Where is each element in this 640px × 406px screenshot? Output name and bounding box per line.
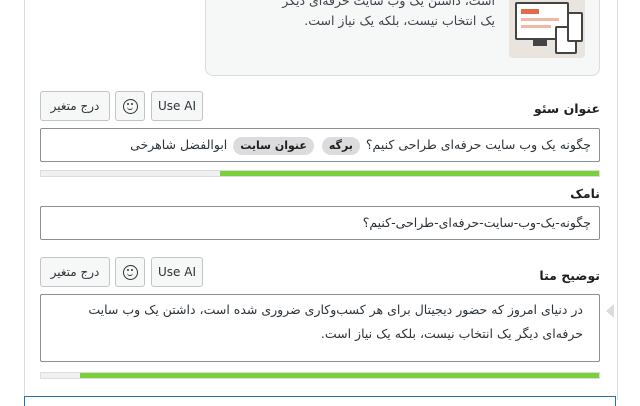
preview-text-line-1: است، داشتن یک وب سایت حرفه‌ای دیگر	[282, 0, 495, 8]
preview-thumbnail-image	[509, 0, 585, 58]
seo-title-length-progress	[40, 170, 600, 177]
preview-text-line-2: یک انتخاب نیست، بلکه یک نیاز است.	[304, 13, 495, 28]
meta-description-progress-fill	[80, 373, 599, 378]
meta-description-line-2: حرفه‌ای دیگر یک انتخاب نیست، بلکه یک نیا…	[320, 326, 583, 341]
emoji-button[interactable]	[115, 91, 145, 121]
collapse-arrow-icon	[606, 304, 614, 318]
meta-description-length-progress	[40, 372, 600, 379]
seo-title-label: عنوان سئو	[533, 101, 600, 116]
meta-description-label: توضیح متا	[539, 268, 600, 283]
next-section-box[interactable]	[24, 396, 616, 406]
slug-input[interactable]: چگونه-یک-وب-سایت-حرفه‌ای-طراحی-کنیم؟	[40, 206, 600, 240]
slug-label: نامک	[570, 186, 600, 201]
snippet-preview-card: است، داشتن یک وب سایت حرفه‌ای دیگر یک ان…	[205, 0, 600, 76]
use-ai-button-meta[interactable]: Use AI	[151, 257, 203, 287]
preview-description: است، داشتن یک وب سایت حرفه‌ای دیگر یک ان…	[225, 0, 495, 31]
meta-description-textarea[interactable]: در دنیای امروز که حضور دیجیتال برای هر ک…	[40, 294, 600, 362]
seo-title-progress-fill	[219, 171, 599, 176]
variable-pill-page[interactable]: برگه	[321, 136, 360, 155]
meta-description-line-1: در دنیای امروز که حضور دیجیتال برای هر ک…	[88, 302, 583, 317]
variable-pill-site-title[interactable]: عنوان سایت	[233, 136, 314, 155]
seo-title-text: چگونه یک وب سایت حرفه‌ای طراحی کنیم؟	[365, 137, 591, 152]
emoji-smile-icon	[122, 98, 138, 114]
emoji-button-meta[interactable]	[115, 257, 145, 287]
insert-variable-button-meta[interactable]: درج متغیر	[40, 257, 110, 287]
slug-value: چگونه-یک-وب-سایت-حرفه‌ای-طراحی-کنیم؟	[362, 215, 591, 230]
insert-variable-button[interactable]: درج متغیر	[40, 91, 110, 121]
seo-title-author: ابوالفضل شاهرخی	[130, 137, 228, 152]
emoji-smile-icon	[122, 264, 138, 280]
seo-title-input[interactable]: چگونه یک وب سایت حرفه‌ای طراحی کنیم؟ برگ…	[40, 128, 600, 162]
use-ai-button[interactable]: Use AI	[151, 91, 203, 121]
